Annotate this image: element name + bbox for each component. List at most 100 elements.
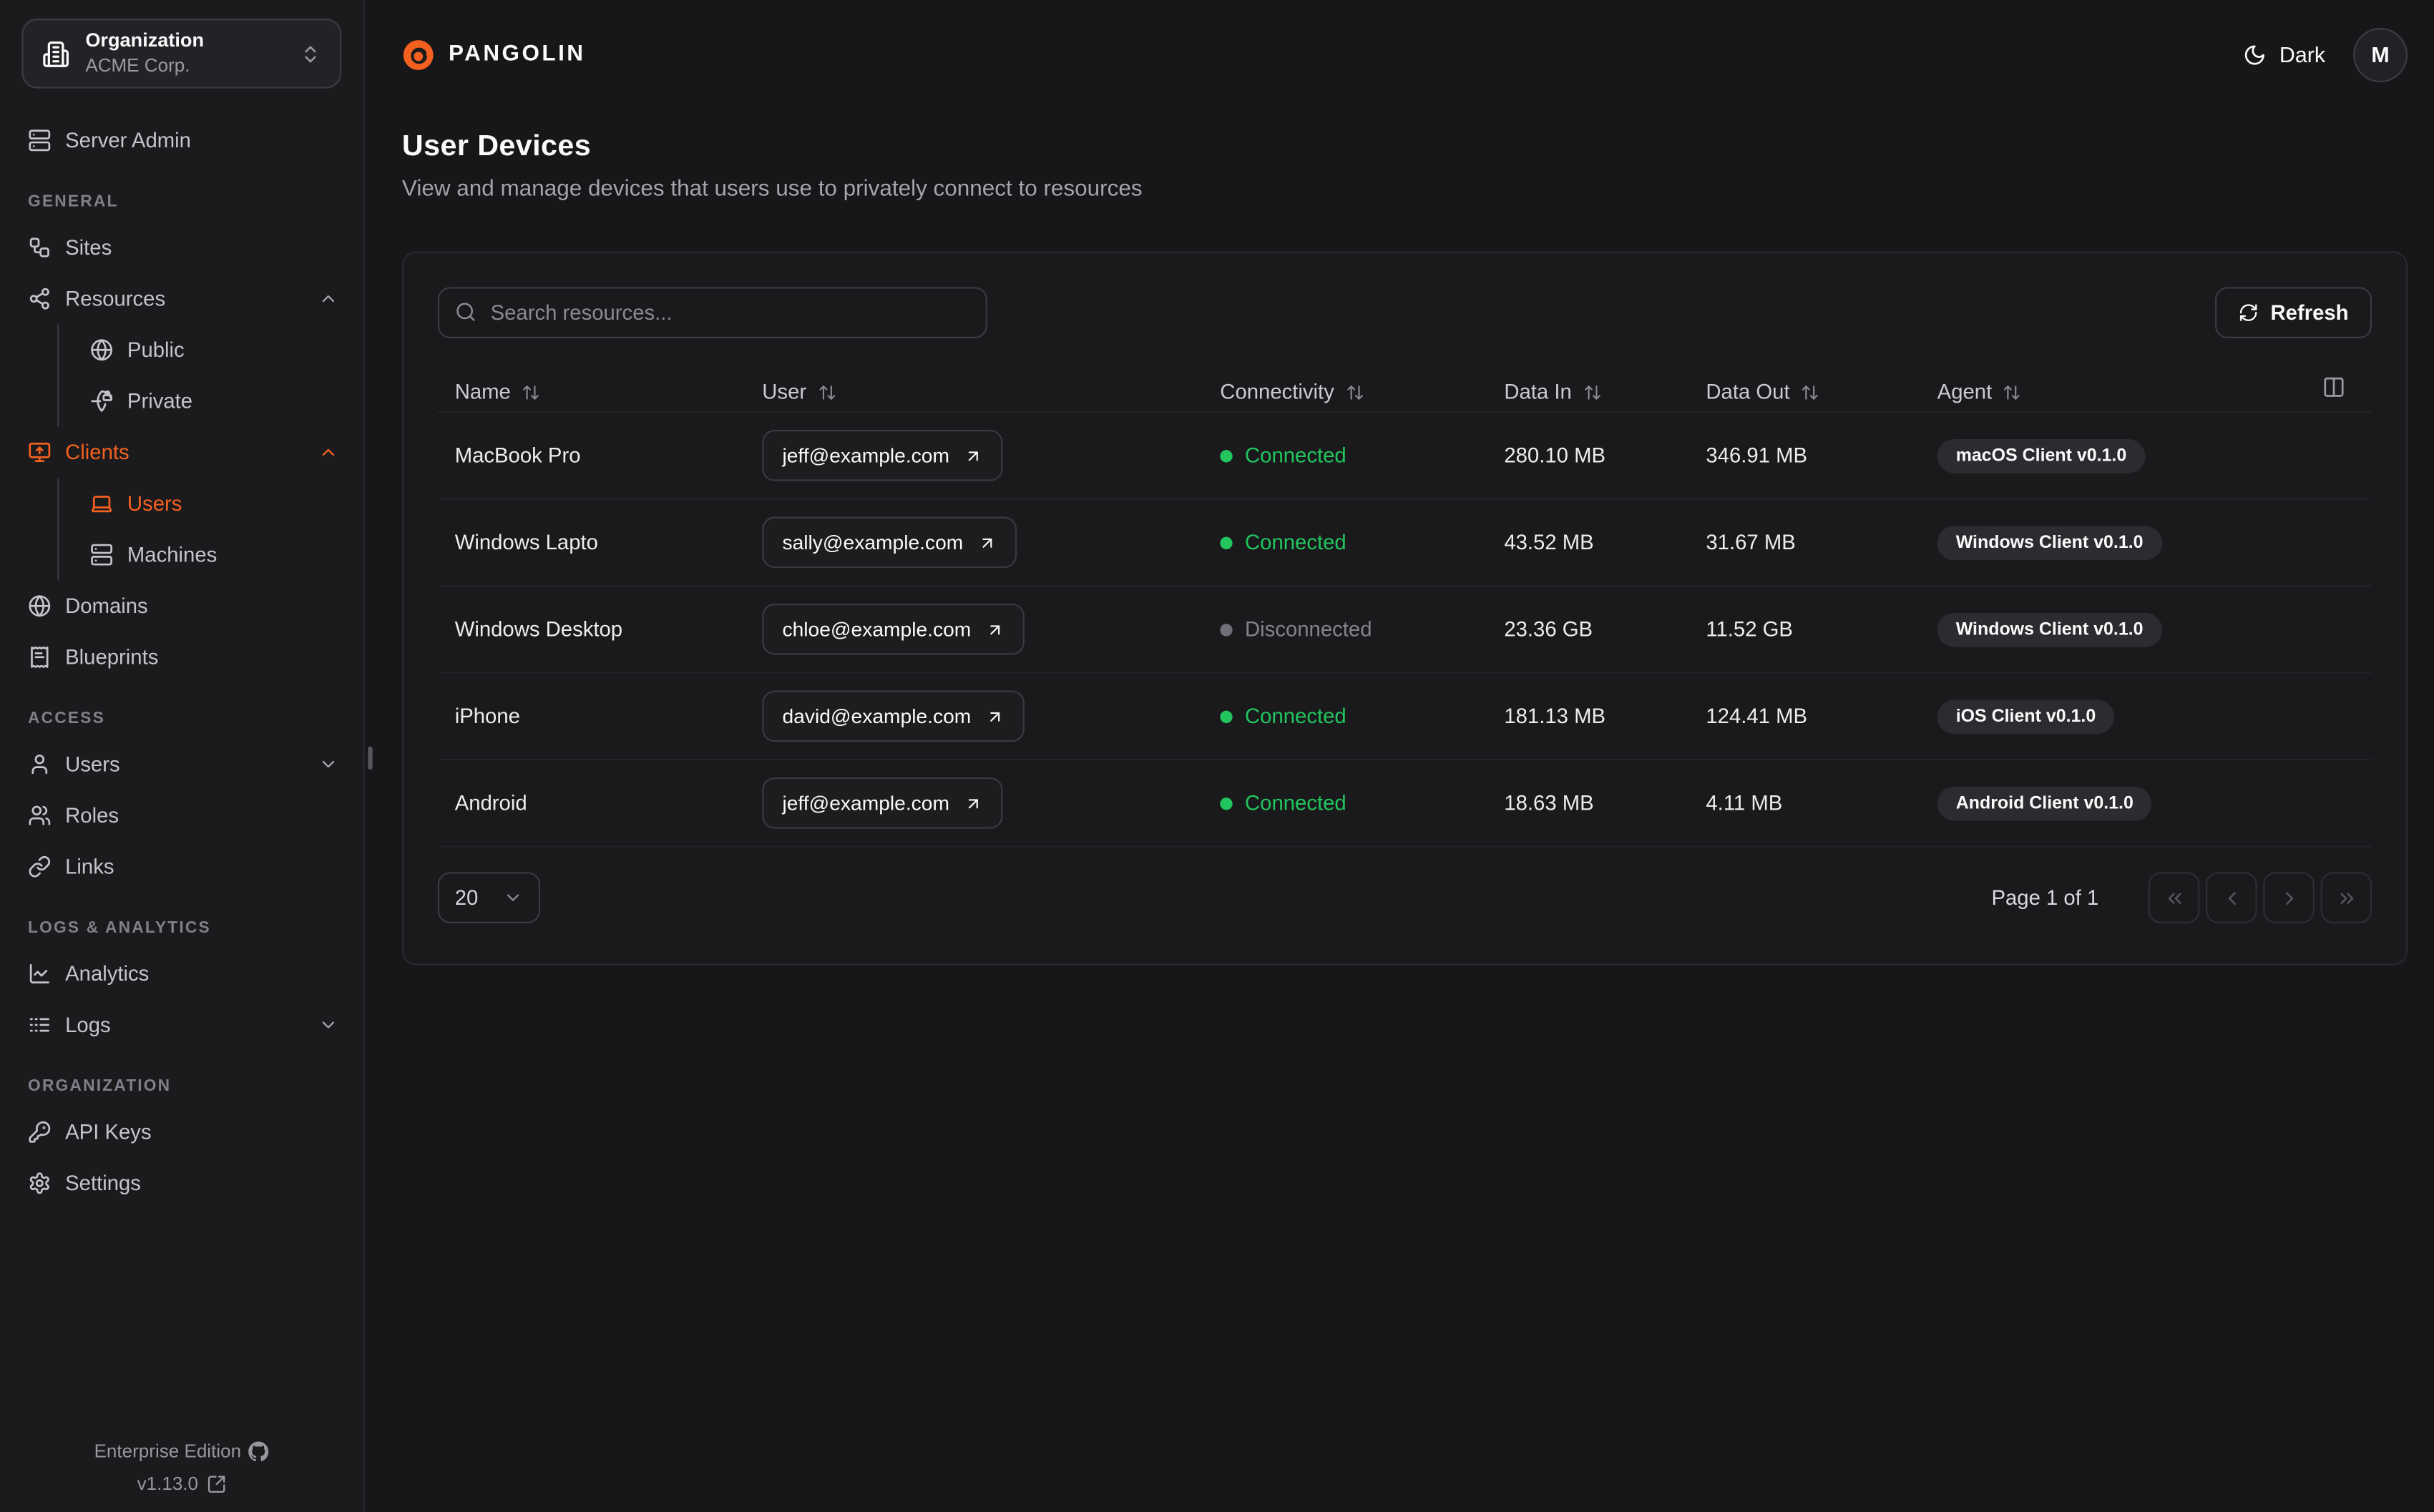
column-picker-icon[interactable] [2322, 375, 2346, 399]
sidebar-item-label: Blueprints [65, 645, 159, 669]
sidebar-item-settings[interactable]: Settings [28, 1158, 341, 1209]
page-info: Page 1 of 1 [1991, 885, 2099, 910]
sort-icon [2004, 385, 2020, 399]
chevrons-left-icon [2167, 892, 2181, 903]
org-switcher[interactable]: Organization ACME Corp. [21, 19, 342, 89]
sidebar-scrollbar-thumb[interactable] [368, 746, 373, 770]
sidebar-footer: Enterprise Edition v1.13.0 [0, 1440, 363, 1512]
sidebar-item-api-keys[interactable]: API Keys [28, 1106, 341, 1158]
prev-page-button[interactable] [2206, 872, 2257, 923]
last-page-button[interactable] [2320, 872, 2372, 923]
card-toolbar: Refresh [437, 287, 2372, 338]
globe-icon [29, 595, 51, 617]
version-link[interactable]: v1.13.0 [137, 1473, 226, 1494]
page-title: User Devices [401, 130, 592, 163]
table-row: MacBook Pro jeff@example.com Connected 2… [437, 413, 2372, 500]
theme-toggle-button[interactable]: Dark [2244, 42, 2325, 67]
chevron-down-icon [507, 894, 519, 901]
column-header-name[interactable]: Name [455, 381, 763, 403]
edition-link[interactable]: Enterprise Edition [94, 1440, 270, 1462]
sidebar-item-label: Logs [65, 1013, 111, 1037]
sort-icon [523, 385, 539, 399]
key-icon [29, 1121, 51, 1143]
pangolin-logo-icon [403, 39, 434, 69]
external-link-icon [207, 1475, 225, 1492]
user-link-button[interactable]: jeff@example.com [762, 429, 1002, 481]
sidebar-item-label: Public [127, 338, 185, 362]
user-link-button[interactable]: jeff@example.com [762, 777, 1002, 829]
connectivity-status: Disconnected [1220, 618, 1504, 641]
sidebar-item-private[interactable]: Private [90, 375, 341, 427]
chevron-up-icon [322, 448, 335, 456]
data-in-value: 18.63 MB [1504, 791, 1594, 815]
sidebar-item-label: Clients [65, 441, 129, 464]
column-header-data-out[interactable]: Data Out [1706, 381, 1937, 403]
sidebar-item-domains[interactable]: Domains [28, 580, 341, 632]
sidebar-item-blueprints[interactable]: Blueprints [28, 632, 341, 683]
sidebar-item-roles[interactable]: Roles [28, 790, 341, 841]
sidebar-nav: Server Admin GENERAL Sites Resources Pub… [0, 89, 363, 1440]
avatar-initial: M [2371, 41, 2390, 67]
status-dot [1220, 797, 1233, 810]
edition-label: Enterprise Edition [94, 1440, 242, 1462]
sidebar-item-analytics[interactable]: Analytics [28, 948, 341, 1000]
status-dot [1220, 623, 1233, 636]
workflow-icon [29, 237, 49, 257]
user-icon [31, 754, 48, 775]
search-input[interactable] [437, 287, 987, 338]
monitor-up-icon [29, 442, 51, 462]
sidebar-heading-access: ACCESS [28, 709, 106, 728]
sidebar-item-logs[interactable]: Logs [28, 999, 341, 1051]
user-link-button[interactable]: david@example.com [762, 690, 1025, 742]
sort-icon [818, 385, 835, 399]
sort-icon [1802, 385, 1818, 399]
logs-list-icon [29, 1018, 49, 1032]
refresh-button[interactable]: Refresh [2214, 287, 2372, 338]
data-out-value: 11.52 GB [1706, 617, 1793, 642]
column-header-agent[interactable]: Agent [1937, 381, 2372, 403]
search-wrap [437, 287, 987, 338]
sort-icon [1584, 385, 1600, 399]
sidebar-item-label: Server Admin [65, 129, 191, 152]
org-switcher-value: ACME Corp. [85, 54, 190, 76]
sidebar-item-label: Domains [65, 594, 148, 618]
agent-badge: Windows Client v0.1.0 [1937, 612, 2162, 647]
link-icon [29, 855, 51, 878]
sidebar-item-sites[interactable]: Sites [28, 222, 341, 273]
sidebar-item-label: API Keys [65, 1120, 152, 1144]
sidebar-item-users[interactable]: Users [28, 739, 341, 790]
top-right: Dark M [2244, 26, 2408, 82]
first-page-button[interactable] [2148, 872, 2200, 923]
server-icon [91, 544, 113, 566]
theme-toggle-label: Dark [2279, 41, 2326, 67]
agent-badge: Windows Client v0.1.0 [1937, 525, 2162, 560]
sidebar-item-label: Sites [65, 235, 112, 260]
top-bar: PANGOLIN Dark M [402, 0, 2408, 109]
next-page-button[interactable] [2263, 872, 2315, 923]
sidebar-item-machines[interactable]: Machines [90, 529, 341, 581]
user-link-button[interactable]: sally@example.com [762, 516, 1017, 569]
data-in-value: 181.13 MB [1504, 704, 1606, 728]
moon-icon [2245, 44, 2265, 64]
column-header-data-in[interactable]: Data In [1504, 381, 1706, 403]
chart-line-icon [29, 963, 49, 983]
sidebar-item-resources[interactable]: Resources [28, 273, 341, 325]
sidebar-item-label: Roles [65, 803, 119, 828]
avatar[interactable]: M [2353, 26, 2408, 82]
sidebar-item-clients-users[interactable]: Users [90, 478, 341, 529]
data-out-value: 31.67 MB [1706, 531, 1796, 554]
sidebar-item-public[interactable]: Public [90, 324, 341, 375]
column-header-user[interactable]: User [762, 381, 1220, 403]
column-header-connectivity[interactable]: Connectivity [1220, 381, 1504, 403]
page-subtitle: View and manage devices that users use t… [401, 177, 1143, 202]
page-size-select[interactable]: 20 [437, 872, 541, 923]
laptop-icon [92, 496, 112, 513]
sidebar-item-server-admin[interactable]: Server Admin [28, 115, 341, 167]
arrow-up-right-icon [968, 798, 978, 808]
sidebar-item-clients[interactable]: Clients [28, 427, 341, 478]
arrow-up-right-icon [989, 624, 999, 634]
sidebar-item-links[interactable]: Links [28, 841, 341, 893]
refresh-icon [2239, 304, 2257, 321]
connectivity-status: Connected [1220, 444, 1504, 467]
user-link-button[interactable]: chloe@example.com [762, 603, 1025, 655]
